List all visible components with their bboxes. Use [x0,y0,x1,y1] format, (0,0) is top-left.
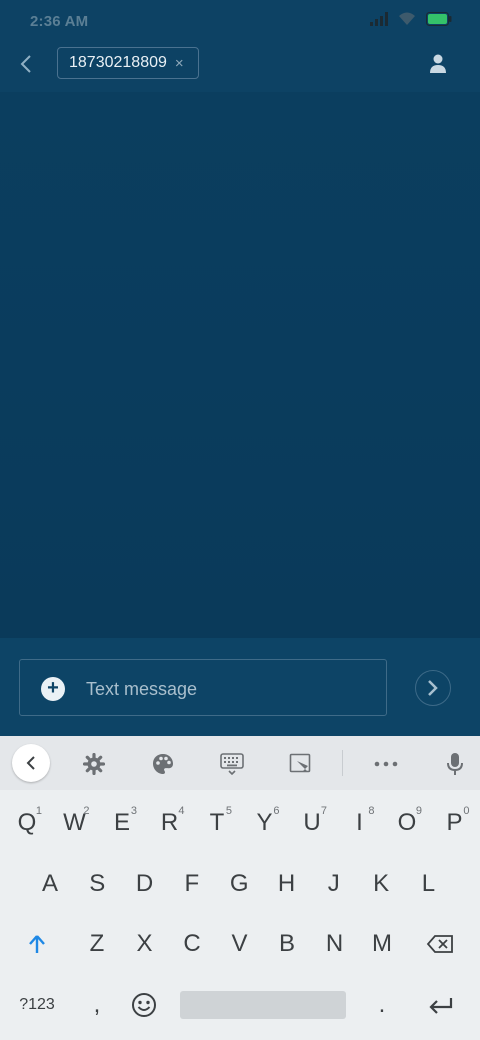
key-h[interactable]: H [264,859,310,909]
theme-button[interactable] [150,751,176,777]
key-g[interactable]: G [216,859,262,909]
person-icon [430,54,446,73]
screen: 2:36 AM 18730218809 × + Text message Q 1… [0,0,480,1040]
key-m[interactable]: M [359,919,405,969]
key-e[interactable]: E3 [99,798,145,848]
back-button[interactable] [12,50,40,78]
key-number-hint: 5 [225,805,232,817]
key-number-hint: 9 [415,805,422,817]
key-label: Q [17,809,37,836]
key-number-hint: 7 [320,805,327,817]
emoji-key[interactable] [121,980,167,1030]
key-number-hint: 8 [368,805,375,817]
key-label: U [303,809,321,836]
key-f[interactable]: F [169,859,215,909]
key-p[interactable]: P0 [432,798,478,848]
recipient-number: 18730218809 [69,54,167,71]
plus-icon: + [47,677,59,699]
backspace-key[interactable] [417,919,463,969]
palette-icon [153,754,173,774]
voice-input-button[interactable] [442,751,468,777]
attach-button[interactable]: + [41,677,65,701]
key-label: R [160,809,179,836]
key-j[interactable]: J [311,859,357,909]
resize-icon [289,753,311,773]
keyboard: Q1W2E3R4T5Y6U7I8O9P0 ASDFGHJKL ZXCVBNM ?… [0,736,480,1040]
recipient-chip[interactable]: 18730218809 × [57,47,199,79]
key-number-hint: 4 [178,805,185,817]
key-number-hint: 1 [35,805,42,817]
key-t[interactable]: T5 [194,798,240,848]
send-button[interactable] [415,670,451,706]
key-number-hint: 2 [83,805,90,817]
key-z[interactable]: Z [74,919,120,969]
key-y[interactable]: Y6 [242,798,288,848]
keyboard-layout-button[interactable] [219,751,245,777]
key-k[interactable]: K [358,859,404,909]
symbols-key[interactable]: ?123 [14,980,60,1030]
key-r[interactable]: R4 [147,798,193,848]
key-v[interactable]: V [217,919,263,969]
key-label: T [209,809,225,836]
key-i[interactable]: I8 [337,798,383,848]
one-handed-mode-button[interactable] [287,751,313,777]
chevron-left-icon [20,55,31,73]
shift-key[interactable] [14,919,60,969]
conversation-area [0,92,480,638]
key-q[interactable]: Q1 [4,798,50,848]
enter-key[interactable] [418,980,464,1030]
gear-icon [83,753,105,775]
key-label: E [113,809,130,836]
key-u[interactable]: U7 [289,798,335,848]
more-options-button[interactable] [373,751,399,777]
message-input[interactable] [84,674,368,704]
enter-icon [429,998,453,1014]
toolbar-collapse-button[interactable] [12,744,50,782]
conversation-header: 18730218809 × [0,42,480,92]
more-horizontal-icon [374,761,398,767]
period-key[interactable]: . [359,980,405,1030]
contact-button[interactable] [426,52,450,76]
key-b[interactable]: B [264,919,310,969]
send-arrow-icon [428,680,438,696]
message-box: + [19,659,387,716]
key-d[interactable]: D [122,859,168,909]
chevron-left-icon [26,756,35,770]
space-bar[interactable] [180,991,346,1019]
key-n[interactable]: N [312,919,358,969]
key-number-hint: 6 [273,805,280,817]
key-o[interactable]: O9 [384,798,430,848]
key-label: O [397,809,417,836]
key-s[interactable]: S [74,859,120,909]
shift-arrow-icon [29,935,45,953]
key-w[interactable]: W2 [52,798,98,848]
toolbar-divider [342,750,343,776]
key-label: P [446,809,463,836]
wifi-icon [399,12,415,25]
key-number-hint: 0 [463,805,470,817]
comma-key[interactable]: , [74,980,120,1030]
status-bar: 2:36 AM [0,0,480,42]
key-c[interactable]: C [169,919,215,969]
remove-recipient-icon[interactable]: × [175,56,184,71]
keyboard-toolbar [0,736,480,790]
signal-icon [370,12,388,26]
backspace-icon [426,935,453,953]
settings-button[interactable] [81,751,107,777]
battery-icon [426,12,452,26]
microphone-icon [447,753,463,775]
key-label: Y [256,809,273,836]
keyboard-icon [220,753,244,775]
key-x[interactable]: X [122,919,168,969]
smiley-icon [132,993,156,1017]
status-icons [370,12,452,26]
status-time: 2:36 AM [30,13,89,30]
compose-bar: + [0,638,480,736]
key-label: I [356,809,363,836]
key-a[interactable]: A [27,859,73,909]
key-number-hint: 3 [130,805,137,817]
key-l[interactable]: L [405,859,451,909]
